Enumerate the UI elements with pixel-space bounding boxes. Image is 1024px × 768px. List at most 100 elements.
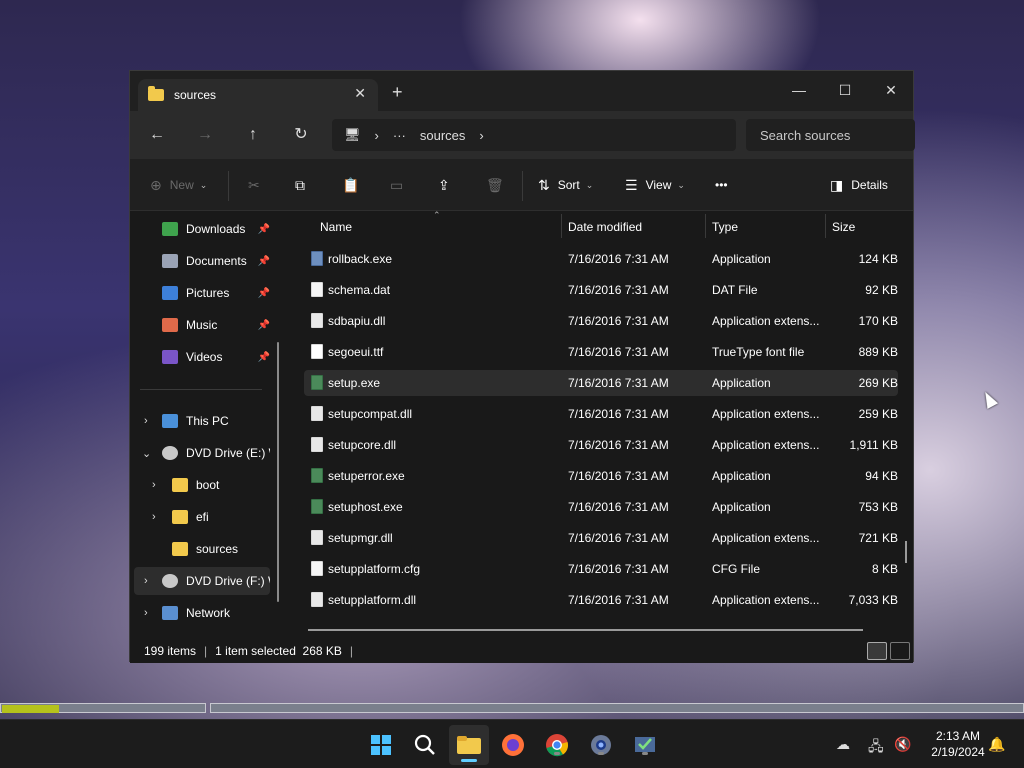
sort-label: Sort <box>557 178 580 192</box>
tree-item-boot[interactable]: › boot <box>134 471 270 499</box>
chevron-down-icon[interactable]: ⌄ <box>142 447 151 460</box>
onedrive-icon[interactable]: ☁ <box>836 736 850 753</box>
file-row[interactable]: setupplatform.cfg 7/16/2016 7:31 AM CFG Fi… <box>304 556 898 582</box>
chevron-right-icon[interactable]: › <box>152 479 156 491</box>
file-date-modified: 7/16/2016 7:31 AM <box>568 593 669 607</box>
paste-button[interactable]: 📋 <box>342 175 367 195</box>
sidebar-item-downloads[interactable]: Downloads 📌 <box>162 215 274 243</box>
notification-bell-icon[interactable]: 🔔 <box>988 736 1005 753</box>
file-row[interactable]: setupmgr.dll 7/16/2016 7:31 AM Application… <box>304 525 898 551</box>
firefox-button[interactable] <box>500 732 526 758</box>
sidebar-item-videos[interactable]: Videos 📌 <box>162 343 274 371</box>
file-row[interactable]: setupcore.dll 7/16/2016 7:31 AM Applicatio… <box>304 432 898 458</box>
file-type: Application <box>712 376 771 390</box>
minimize-button[interactable]: — <box>776 75 822 105</box>
chevron-right-icon[interactable]: › <box>375 128 379 143</box>
breadcrumb-overflow[interactable]: ··· <box>393 128 406 143</box>
up-button[interactable]: ↑ <box>241 123 265 147</box>
search-input[interactable]: Search sources <box>746 119 915 151</box>
network-icon[interactable]: 🖧 <box>868 736 884 760</box>
volume-muted-icon[interactable]: 🔇 <box>894 736 911 753</box>
tab-sources[interactable]: sources ✕ <box>138 79 378 111</box>
column-header-type[interactable]: Type <box>712 212 738 242</box>
file-name: setuperror.exe <box>328 469 405 483</box>
new-tab-button[interactable]: + <box>392 83 403 101</box>
settings-button[interactable] <box>588 732 614 758</box>
file-row[interactable]: setup.exe 7/16/2016 7:31 AM Application 269… <box>304 370 898 396</box>
chrome-button[interactable] <box>544 732 570 758</box>
sidebar-item-label: Videos <box>186 350 223 364</box>
sidebar-item-music[interactable]: Music 📌 <box>162 311 274 339</box>
sidebar-item-label: Music <box>186 318 218 332</box>
tree-item-label: DVD Drive (F:) W <box>186 574 270 588</box>
file-list: ⌃ Name Date modified Type Size rollback.… <box>290 210 915 632</box>
file-size: 170 KB <box>858 314 898 328</box>
refresh-button[interactable]: ↻ <box>289 123 313 147</box>
chevron-right-icon[interactable]: › <box>144 575 148 587</box>
horizontal-scrollbar[interactable] <box>308 629 863 631</box>
sort-button[interactable]: ⇅ Sort ⌄ <box>538 175 593 195</box>
file-size: 269 KB <box>858 376 898 390</box>
tree-item-this-pc[interactable]: › This PC <box>134 407 270 435</box>
search-placeholder: Search sources <box>760 127 851 143</box>
column-header-date[interactable]: Date modified <box>568 212 642 242</box>
tree-item-sources[interactable]: sources <box>134 535 270 563</box>
tree-item-dvd-drive-f-w[interactable]: › DVD Drive (F:) W <box>134 567 270 595</box>
back-button[interactable]: ← <box>145 123 169 147</box>
rename-button[interactable]: ▭ <box>390 175 411 195</box>
sidebar-item-documents[interactable]: Documents 📌 <box>162 247 274 275</box>
new-label: New <box>169 178 194 192</box>
column-header-size[interactable]: Size <box>832 212 855 242</box>
breadcrumb-sources[interactable]: sources <box>420 128 466 143</box>
close-tab-button[interactable]: ✕ <box>354 85 366 102</box>
delete-button[interactable]: 🗑 <box>486 175 512 195</box>
maximize-button[interactable]: ☐ <box>822 75 868 105</box>
sidebar-item-label: Pictures <box>186 286 230 300</box>
column-header-name[interactable]: Name <box>320 212 352 242</box>
file-list-scrollbar[interactable] <box>905 541 907 563</box>
start-button[interactable] <box>368 732 394 758</box>
file-row[interactable]: setupcompat.dll 7/16/2016 7:31 AM Applicat… <box>304 401 898 427</box>
details-view-toggle[interactable] <box>867 642 887 660</box>
view-button[interactable]: ☰ View ⌄ <box>625 175 685 195</box>
chevron-right-icon[interactable]: › <box>479 128 483 143</box>
file-name: setupplatform.dll <box>328 593 417 607</box>
new-button[interactable]: ⊕ New ⌄ <box>150 175 207 195</box>
file-date-modified: 7/16/2016 7:31 AM <box>568 562 669 576</box>
search-button[interactable] <box>412 732 438 758</box>
close-window-button[interactable]: ✕ <box>868 75 914 105</box>
file-row[interactable]: setupplatform.dll 7/16/2016 7:31 AM Applic… <box>304 587 898 613</box>
tree-item-dvd-drive-e-w[interactable]: ⌄ DVD Drive (E:) W <box>134 439 270 467</box>
tiles-view-toggle[interactable] <box>890 642 910 660</box>
file-size: 124 KB <box>858 252 898 266</box>
file-explorer-taskbar-button[interactable] <box>449 725 489 765</box>
file-row[interactable]: rollback.exe 7/16/2016 7:31 AM Application… <box>304 246 898 272</box>
file-row[interactable]: sdbapiu.dll 7/16/2016 7:31 AM Application … <box>304 308 898 334</box>
more-options-button[interactable]: ••• <box>715 175 728 195</box>
file-row[interactable]: schema.dat 7/16/2016 7:31 AM DAT File 92 KB <box>304 277 898 303</box>
file-type: Application extens... <box>712 438 820 452</box>
details-button[interactable]: ◨ Details <box>830 175 888 195</box>
column-divider[interactable] <box>825 214 826 238</box>
column-divider[interactable] <box>705 214 706 238</box>
file-row[interactable]: segoeui.ttf 7/16/2016 7:31 AM TrueType fon… <box>304 339 898 365</box>
cut-button[interactable]: ✂ <box>248 175 268 195</box>
chevron-right-icon[interactable]: › <box>144 415 148 427</box>
setup-taskbar-button[interactable] <box>632 732 658 758</box>
copy-button[interactable]: ⧉ <box>295 175 313 195</box>
chevron-right-icon[interactable]: › <box>144 607 148 619</box>
file-row[interactable]: setuphost.exe 7/16/2016 7:31 AM Applicatio… <box>304 494 898 520</box>
tree-item-network[interactable]: › Network <box>134 599 270 627</box>
share-button[interactable]: ⇪ <box>438 175 458 195</box>
clock[interactable]: 2:13 AM 2/19/2024 <box>918 728 998 760</box>
column-divider[interactable] <box>561 214 562 238</box>
forward-button[interactable]: → <box>193 123 217 147</box>
address-bar[interactable]: 🖥 › ··· sources › <box>332 119 736 151</box>
application-icon <box>311 375 323 390</box>
sidebar-scrollbar[interactable] <box>277 342 279 602</box>
file-icon <box>311 282 323 297</box>
tree-item-efi[interactable]: › efi <box>134 503 270 531</box>
file-row[interactable]: setuperror.exe 7/16/2016 7:31 AM Applicati… <box>304 463 898 489</box>
sidebar-item-pictures[interactable]: Pictures 📌 <box>162 279 274 307</box>
chevron-right-icon[interactable]: › <box>152 511 156 523</box>
